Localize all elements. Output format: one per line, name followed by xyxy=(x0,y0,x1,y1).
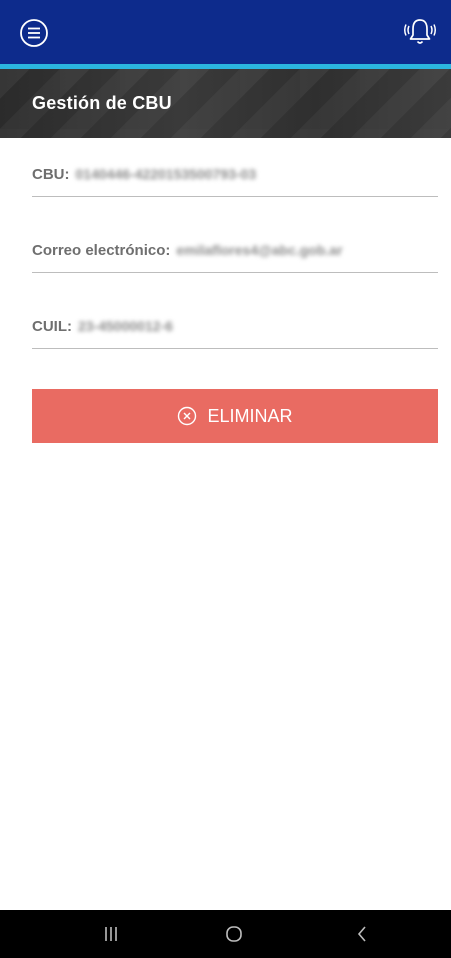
email-field: Correo electrónico: emilaflores4@abc.gob.… xyxy=(32,232,438,273)
cbu-value: 0140446-4220153500793-03 xyxy=(75,166,257,182)
cuil-label: CUIL: xyxy=(32,318,72,335)
close-circle-icon xyxy=(178,406,197,426)
home-button[interactable] xyxy=(222,922,246,946)
recents-icon xyxy=(105,927,117,941)
notifications-button[interactable] xyxy=(403,16,437,48)
menu-circle-icon xyxy=(20,19,48,47)
cuil-value: 23-45000012-6 xyxy=(78,318,173,334)
app-bar xyxy=(0,0,451,64)
back-button[interactable] xyxy=(350,922,374,946)
email-row: Correo electrónico: emilaflores4@abc.gob.… xyxy=(32,242,343,260)
home-icon xyxy=(226,926,242,942)
title-bar: Gestión de CBU xyxy=(0,69,451,138)
bell-ringing-icon xyxy=(404,19,436,44)
cuil-field: CUIL: 23-45000012-6 xyxy=(32,308,438,349)
cbu-row: CBU: 0140446-4220153500793-03 xyxy=(32,166,256,184)
system-nav-bar xyxy=(0,910,451,958)
recents-button[interactable] xyxy=(99,922,123,946)
delete-button[interactable]: ELIMINAR xyxy=(32,389,438,443)
delete-button-label: ELIMINAR xyxy=(207,405,293,426)
email-value: emilaflores4@abc.gob.ar xyxy=(176,242,343,258)
back-icon xyxy=(357,926,366,942)
page-title: Gestión de CBU xyxy=(32,93,172,113)
cuil-row: CUIL: 23-45000012-6 xyxy=(32,318,173,336)
cbu-field: CBU: 0140446-4220153500793-03 xyxy=(32,156,438,197)
cbu-label: CBU: xyxy=(32,166,70,183)
menu-button[interactable] xyxy=(19,18,49,48)
email-label: Correo electrónico: xyxy=(32,242,171,259)
